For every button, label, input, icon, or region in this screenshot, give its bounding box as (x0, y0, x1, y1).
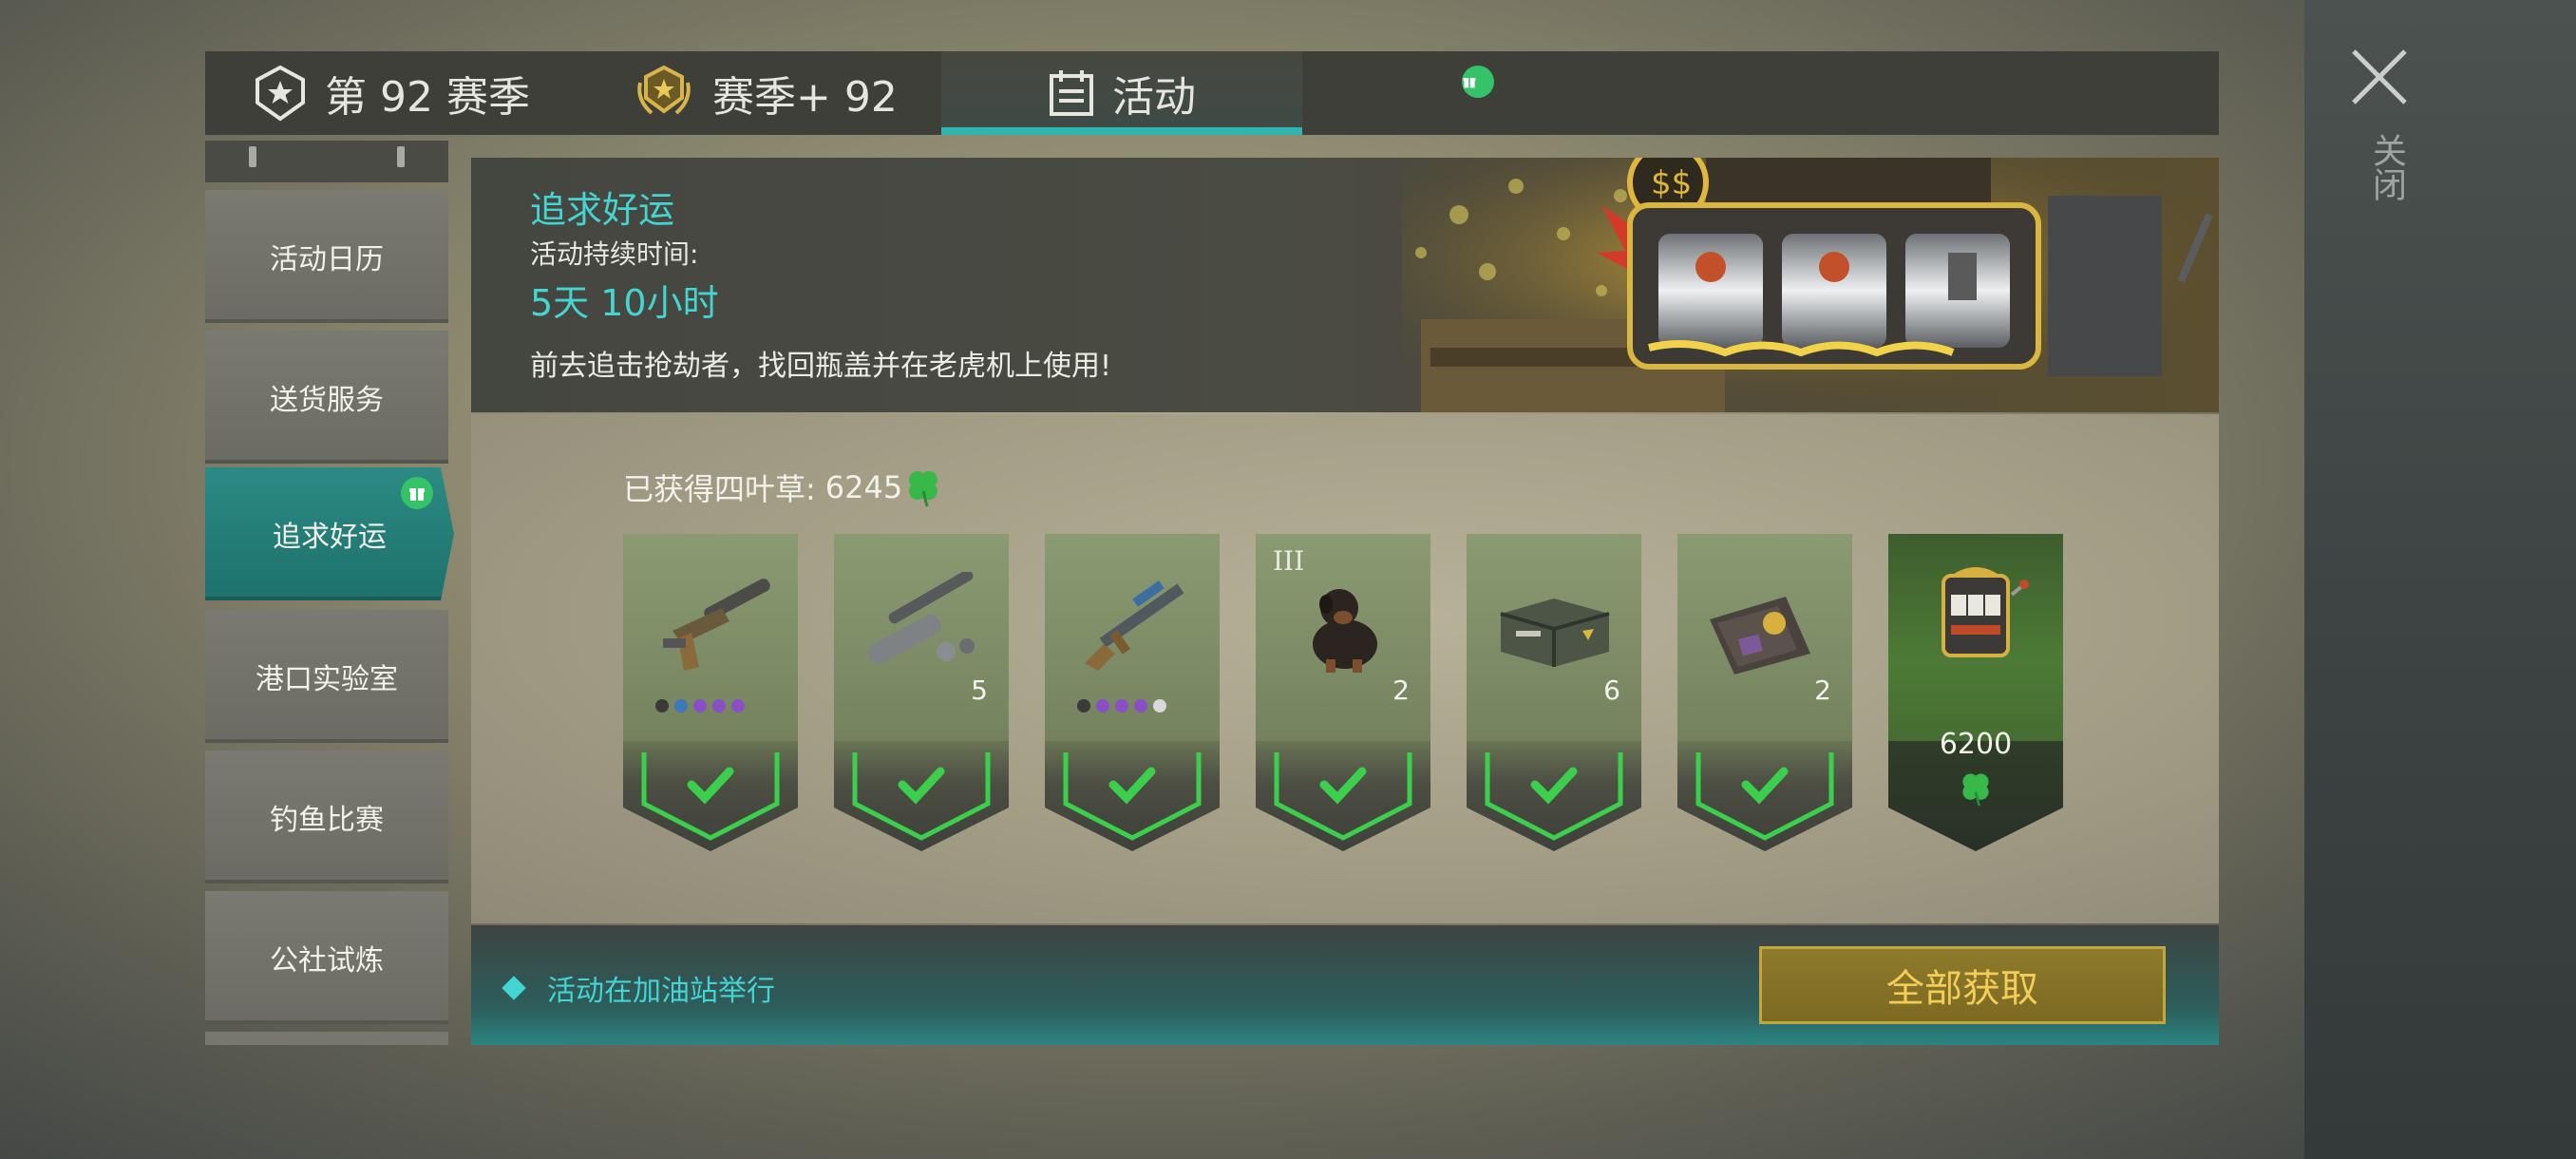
reward-card[interactable]: 6 (1467, 534, 1641, 851)
reward-quantity: 6 (1603, 674, 1620, 706)
silenced-pistol-icon (663, 579, 770, 671)
gold-laurel-badge-icon (637, 65, 691, 115)
event-footer: 活动在加油站举行 全部获取 (471, 925, 2219, 1045)
reward-card[interactable]: III 2 (1256, 534, 1430, 851)
shield-star-icon (256, 65, 305, 122)
rarity-dots (655, 699, 745, 712)
reward-card-final[interactable]: 6200 (1888, 534, 2063, 851)
diamond-icon (502, 976, 526, 1000)
tab-season-label: 第 92 赛季 (325, 73, 530, 122)
sidebar-item-label: 公社试炼 (270, 944, 384, 978)
close-icon (2352, 49, 2407, 104)
clover-counter-label: 已获得四叶草: (623, 471, 816, 507)
event-duration-value: 5天 10小时 (530, 282, 719, 324)
event-description: 前去追击抢劫者，找回瓶盖并在老虎机上使用! (530, 350, 1112, 383)
sidebar-item-port-lab[interactable]: 港口实验室 (205, 610, 448, 743)
rarity-dots (1077, 699, 1166, 712)
reward-quantity: 2 (1814, 674, 1831, 706)
four-leaf-clover-icon (909, 471, 938, 507)
sidebar-item-event-calendar[interactable]: 活动日历 (205, 190, 448, 323)
reward-quantity: 5 (971, 674, 988, 706)
sidebar-scroll-bottom (205, 1032, 448, 1045)
sidebar-item-label: 送货服务 (270, 384, 384, 417)
svg-text:$$: $$ (1651, 164, 1692, 202)
event-location-text: 活动在加油站举行 (547, 975, 775, 1008)
sidebar-item-commune-trial[interactable]: 公社试炼 (205, 891, 448, 1024)
four-leaf-clover-icon (1962, 773, 1989, 807)
tab-events[interactable]: 活动 (941, 51, 1494, 135)
right-strip (2304, 0, 2576, 1159)
sidebar-item-delivery-service[interactable]: 送货服务 (205, 331, 448, 464)
event-banner: $$ 追求好运 活动持续时间: 5天 10小时 前去追击抢劫者，找回瓶盖并在老虎… (471, 158, 2219, 412)
event-duration-label: 活动持续时间: (530, 238, 699, 270)
tab-season-plus-label: 赛季+ 92 (712, 73, 898, 122)
sidebar-item-fishing-contest[interactable]: 钓鱼比赛 (205, 750, 448, 884)
close-label: 关闭 (2367, 133, 2406, 201)
tab-bar: 第 92 赛季 赛季+ 92 活动 (205, 51, 2219, 135)
slot-machine-truck-illustration: $$ (1402, 158, 2219, 412)
sidebar-scroll-top (205, 141, 448, 182)
reward-card[interactable]: 2 (1677, 534, 1852, 851)
tab-season-plus[interactable]: 赛季+ 92 (633, 51, 898, 135)
event-location-note: 活动在加油站举行 (502, 967, 775, 1009)
sidebar-item-label: 钓鱼比赛 (270, 804, 384, 837)
assault-rifle-icon (1085, 580, 1184, 671)
sidebar-item-label: 追求好运 (273, 521, 387, 554)
sidebar-item-label: 活动日历 (270, 243, 384, 276)
event-title: 追求好运 (530, 189, 675, 231)
sidebar-item-chase-luck[interactable]: 追求好运 (205, 467, 454, 600)
rocket-launcher-parts-icon (867, 572, 975, 664)
military-crate-icon (1500, 598, 1610, 667)
clover-counter-value: 6245 (824, 469, 903, 505)
gift-icon (401, 477, 433, 509)
sidebar-item-label: 港口实验室 (256, 663, 398, 696)
sidebar: 活动日历 送货服务 追求好运 港口实验室 钓鱼比赛 公社试炼 (205, 141, 454, 1045)
calendar-icon (1050, 70, 1093, 116)
reward-quantity: 2 (1392, 674, 1410, 706)
rottweiler-dog-icon (1313, 589, 1377, 673)
reward-card[interactable] (1045, 534, 1220, 851)
reward-cost: 6200 (1939, 728, 2013, 761)
badge-wallet-icon (1710, 597, 1810, 674)
claim-all-label: 全部获取 (1886, 967, 2038, 1011)
tab-season[interactable]: 第 92 赛季 (253, 51, 530, 135)
reward-card[interactable]: 5 (834, 534, 1009, 851)
slot-machine-icon (1941, 567, 2029, 657)
reward-card[interactable] (623, 534, 798, 851)
gift-icon (1462, 66, 1494, 98)
clover-counter: 已获得四叶草: 6245 (623, 466, 944, 509)
tab-events-label: 活动 (1112, 73, 1196, 122)
close-button[interactable] (2346, 44, 2413, 110)
claim-all-button[interactable]: 全部获取 (1759, 946, 2166, 1024)
